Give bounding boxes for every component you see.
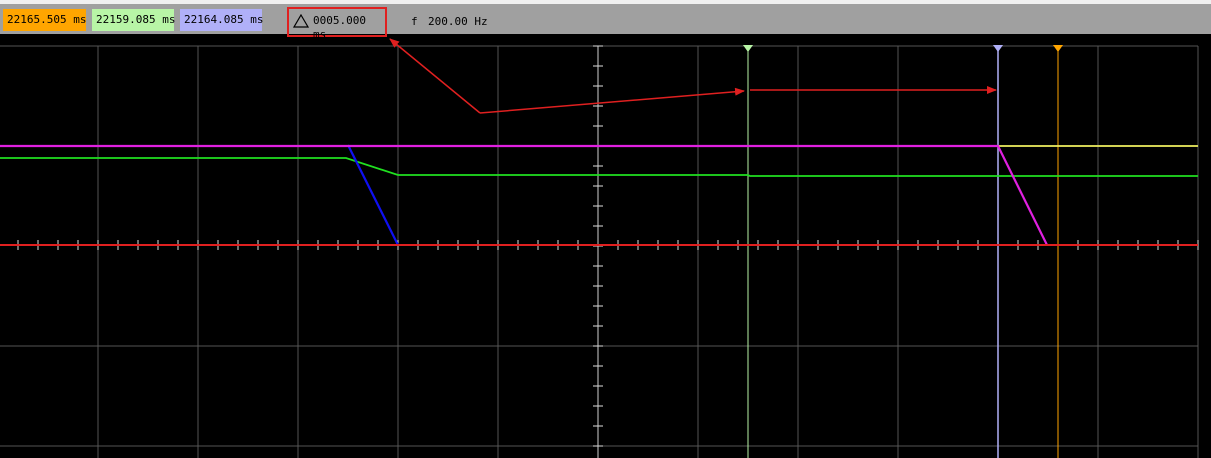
- grid-lines: [0, 45, 1199, 458]
- measurement-toolbar: 22165.505 ms 22159.085 ms 22164.085 ms 0…: [0, 0, 1211, 41]
- trace-blue: [347, 144, 399, 246]
- orange-cursor-marker[interactable]: [1053, 45, 1063, 52]
- frequency-symbol: f: [411, 15, 418, 28]
- green-cursor-marker[interactable]: [743, 45, 753, 52]
- trace-magenta: [0, 144, 1048, 246]
- orange-cursor-time[interactable]: 22165.505 ms: [3, 9, 86, 31]
- green-cursor-time[interactable]: 22159.085 ms: [92, 9, 175, 31]
- delta-time-readout: 0005.000 ms: [287, 7, 387, 41]
- delta-triangle-icon: [293, 14, 309, 28]
- trace-green: [0, 157, 1198, 177]
- frequency-value: 200.00 Hz: [428, 15, 488, 28]
- blue-cursor-marker[interactable]: [993, 45, 1003, 52]
- oscilloscope-display[interactable]: [0, 34, 1211, 458]
- blue-cursor-time[interactable]: 22164.085 ms: [180, 9, 263, 31]
